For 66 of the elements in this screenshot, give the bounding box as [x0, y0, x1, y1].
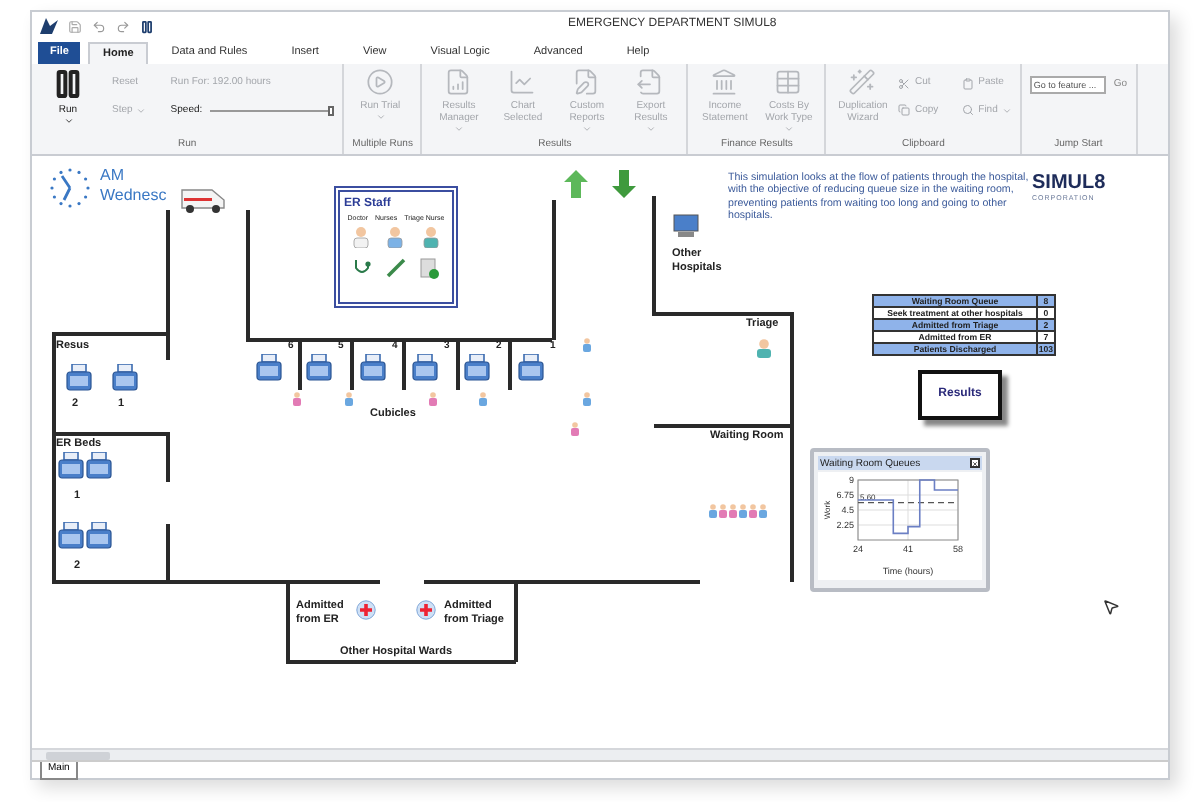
staff-icon	[352, 226, 371, 248]
play-icon	[366, 68, 395, 96]
undo-icon[interactable]	[92, 19, 106, 33]
table-icon	[774, 68, 803, 96]
bed-icon	[256, 354, 282, 382]
bed-icon	[112, 364, 138, 392]
copy-icon	[898, 104, 911, 117]
patient-icon	[582, 392, 592, 406]
clock-day: Wednesc	[100, 184, 167, 208]
patient-icon	[478, 392, 488, 406]
caret-icon	[783, 124, 794, 134]
speed-slider[interactable]	[210, 105, 335, 116]
nurse-icon	[756, 338, 772, 358]
edit-document-icon	[572, 68, 601, 96]
computer-icon	[672, 214, 700, 238]
bed-icon	[360, 354, 386, 382]
logo-text: SIMUL8	[1032, 174, 1106, 194]
wand-icon	[848, 68, 877, 96]
bed-icon	[66, 364, 92, 392]
bed-icon	[306, 354, 332, 382]
redo-icon[interactable]	[116, 19, 130, 33]
plus-icon	[416, 600, 436, 620]
slider-thumb[interactable]	[328, 105, 335, 116]
clock-icon	[46, 166, 94, 210]
patient-icon	[292, 392, 302, 406]
caret-icon	[375, 112, 386, 122]
app-logo-icon	[40, 18, 58, 34]
report-icon	[444, 68, 473, 96]
staff-icon	[386, 226, 405, 248]
patient-icon	[570, 422, 580, 436]
bank-icon	[710, 68, 739, 96]
bed-icon	[86, 452, 112, 480]
staff-icon	[421, 226, 440, 248]
pause-icon[interactable]	[140, 19, 154, 33]
line-chart-icon	[508, 68, 537, 96]
bed-icon	[518, 354, 544, 382]
pause-icon	[52, 68, 84, 100]
mean-line	[857, 502, 959, 504]
up-arrow-icon	[564, 170, 588, 198]
stethoscope-icon	[351, 258, 372, 278]
binoculars-icon	[962, 104, 975, 117]
clock-period: AM	[100, 164, 124, 188]
caret-icon	[136, 105, 147, 116]
plus-icon	[356, 600, 376, 620]
down-arrow-icon	[612, 170, 636, 198]
scrollbar-thumb[interactable]	[46, 751, 110, 759]
export-icon	[636, 68, 665, 96]
bed-icon	[58, 452, 84, 480]
caret-icon	[63, 116, 73, 126]
caret-icon	[453, 124, 464, 134]
bed-icon	[86, 522, 112, 550]
clipboard-icon	[962, 77, 975, 90]
add-document-icon	[420, 258, 441, 280]
mouse-pointer-icon	[1102, 598, 1120, 616]
bed-icon	[464, 354, 490, 382]
bed-icon	[412, 354, 438, 382]
ambulance-icon	[180, 184, 228, 214]
scissors-icon	[898, 77, 911, 90]
patient-icon	[344, 392, 354, 406]
caret-icon	[645, 124, 656, 134]
caret-icon	[581, 124, 592, 134]
patient-icon	[428, 392, 438, 406]
patient-icon	[582, 338, 592, 352]
bed-icon	[58, 522, 84, 550]
close-button[interactable]	[970, 458, 980, 468]
caret-icon	[1001, 105, 1012, 116]
